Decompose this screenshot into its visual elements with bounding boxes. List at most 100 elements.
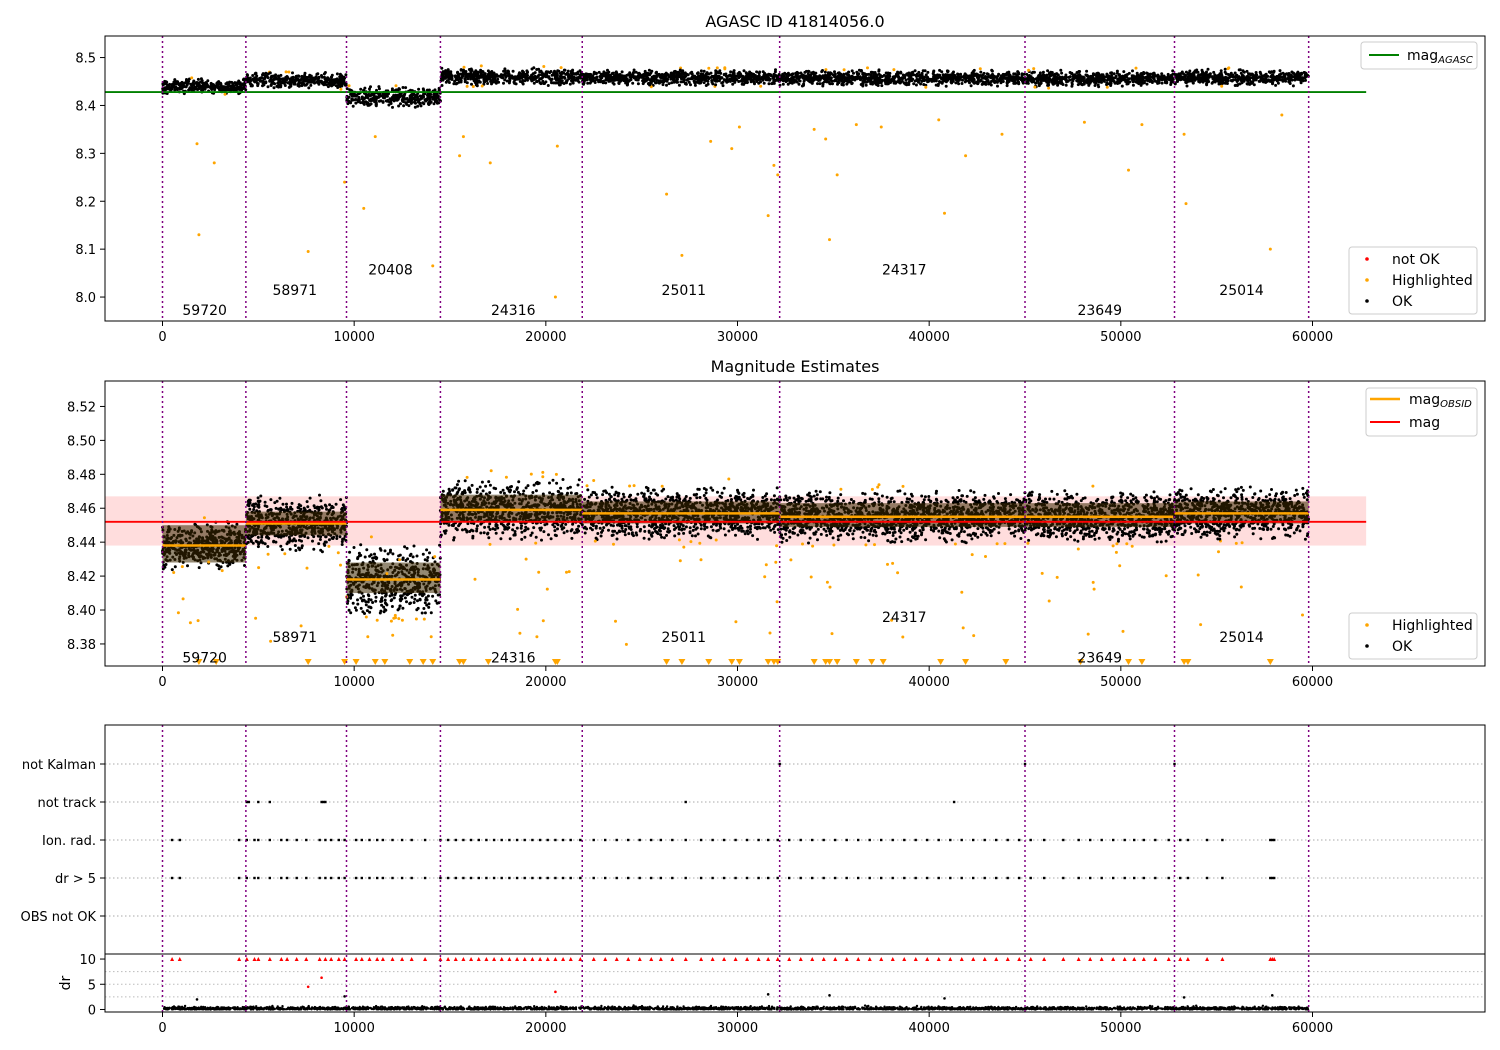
data-point bbox=[1150, 81, 1154, 84]
data-point bbox=[969, 75, 973, 79]
data-point bbox=[718, 69, 722, 73]
data-point bbox=[745, 72, 749, 76]
data-point bbox=[1145, 82, 1149, 86]
data-point bbox=[266, 85, 270, 89]
data-point bbox=[693, 83, 697, 87]
data-point bbox=[296, 82, 300, 86]
data-point bbox=[407, 98, 411, 102]
data-point bbox=[1085, 69, 1089, 73]
data-point bbox=[673, 78, 676, 82]
data-point bbox=[1038, 71, 1042, 75]
data-point bbox=[319, 499, 323, 503]
data-point bbox=[772, 72, 776, 76]
data-point bbox=[324, 79, 328, 83]
data-point bbox=[539, 82, 543, 86]
data-point bbox=[726, 78, 730, 82]
data-point bbox=[894, 74, 898, 78]
data-point bbox=[658, 80, 662, 84]
data-point bbox=[1297, 76, 1301, 80]
data-point bbox=[644, 72, 648, 75]
data-point bbox=[483, 80, 487, 84]
data-point bbox=[360, 95, 364, 99]
data-point bbox=[1242, 77, 1246, 81]
data-point bbox=[699, 73, 703, 77]
data-point bbox=[648, 78, 652, 82]
highlighted-point bbox=[828, 238, 831, 242]
data-point bbox=[845, 82, 849, 86]
highlighted-point bbox=[431, 264, 435, 268]
data-point bbox=[851, 78, 855, 81]
data-point bbox=[1011, 75, 1014, 79]
data-point bbox=[684, 82, 688, 86]
data-point bbox=[418, 102, 422, 106]
highlighted-point bbox=[1268, 247, 1272, 251]
data-point bbox=[731, 78, 735, 81]
data-point bbox=[199, 77, 203, 81]
data-point bbox=[985, 72, 989, 76]
data-point bbox=[443, 70, 447, 74]
data-point bbox=[532, 75, 536, 79]
data-point bbox=[1219, 78, 1223, 82]
data-point bbox=[219, 565, 223, 569]
data-point bbox=[606, 68, 609, 72]
data-point bbox=[733, 74, 737, 78]
data-point bbox=[294, 549, 298, 552]
data-point bbox=[514, 82, 518, 86]
data-point bbox=[1004, 73, 1008, 77]
data-point bbox=[475, 81, 479, 85]
data-point bbox=[323, 503, 327, 507]
data-point bbox=[829, 78, 833, 82]
data-point bbox=[318, 538, 322, 541]
data-point bbox=[966, 74, 970, 78]
data-point bbox=[731, 82, 735, 86]
data-point bbox=[391, 105, 394, 109]
data-point bbox=[443, 76, 447, 80]
data-point bbox=[427, 95, 431, 99]
highlighted-point bbox=[854, 123, 858, 127]
data-point bbox=[359, 87, 363, 91]
data-point bbox=[864, 83, 868, 87]
data-point bbox=[270, 80, 274, 84]
data-point bbox=[541, 79, 545, 83]
data-point bbox=[936, 84, 940, 87]
data-point bbox=[607, 79, 611, 83]
data-point bbox=[675, 73, 679, 77]
y-tick-label: 8.2 bbox=[75, 195, 96, 210]
highlighted-point bbox=[937, 118, 941, 122]
data-point bbox=[164, 563, 168, 566]
data-point bbox=[258, 79, 262, 83]
data-point bbox=[758, 70, 762, 74]
data-point bbox=[423, 98, 427, 102]
data-point bbox=[1090, 76, 1094, 79]
data-point bbox=[540, 71, 544, 75]
data-point bbox=[818, 82, 822, 86]
data-point bbox=[165, 80, 169, 84]
data-point bbox=[309, 78, 313, 82]
data-point bbox=[799, 71, 803, 75]
data-point bbox=[1012, 81, 1016, 85]
data-point bbox=[821, 74, 825, 78]
data-point bbox=[1071, 75, 1075, 79]
data-point bbox=[1085, 79, 1088, 83]
data-point bbox=[277, 77, 281, 81]
x-tick-label: 30000 bbox=[717, 330, 758, 345]
data-point bbox=[1229, 79, 1233, 82]
data-point bbox=[1188, 78, 1192, 82]
data-point bbox=[279, 81, 283, 85]
data-point bbox=[1270, 73, 1274, 77]
data-point bbox=[634, 76, 638, 80]
data-point bbox=[923, 75, 927, 79]
data-point bbox=[1201, 74, 1205, 78]
data-point bbox=[696, 71, 700, 75]
data-point bbox=[401, 100, 405, 104]
data-point bbox=[381, 100, 385, 104]
x-tick-label: 50000 bbox=[1100, 330, 1141, 345]
x-tick-label: 10000 bbox=[333, 330, 374, 345]
data-point bbox=[459, 68, 463, 72]
highlighted-point bbox=[197, 233, 201, 237]
data-point bbox=[192, 79, 196, 83]
data-point bbox=[417, 99, 421, 103]
data-point bbox=[225, 81, 229, 85]
data-point bbox=[996, 84, 999, 88]
data-point bbox=[802, 79, 806, 83]
